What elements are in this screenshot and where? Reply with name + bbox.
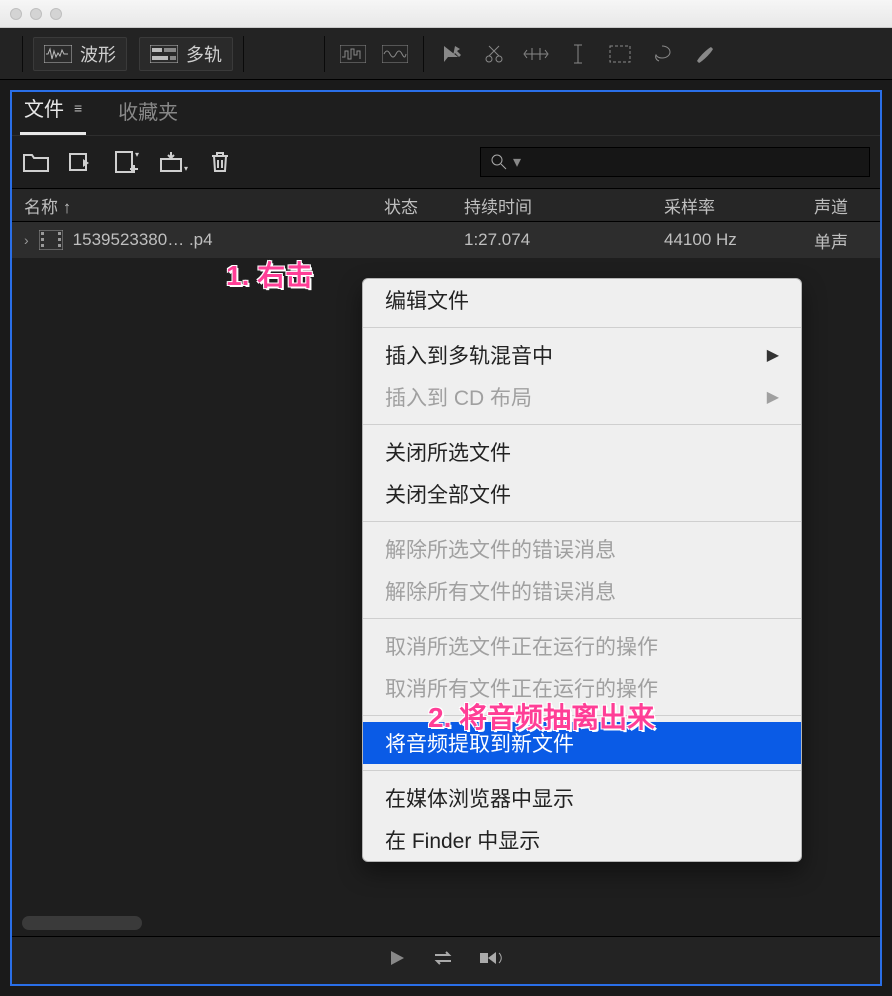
col-status[interactable]: 状态	[384, 193, 464, 218]
context-menu-separator	[363, 327, 801, 328]
spectral-frequency-icon[interactable]	[335, 40, 371, 68]
context-menu-item[interactable]: 在 Finder 中显示	[363, 819, 801, 861]
tab-files-label: 文件	[24, 93, 64, 122]
insert-into-icon[interactable]: ▾	[160, 148, 188, 176]
context-menu-item[interactable]: 插入到多轨混音中 ▶	[363, 334, 801, 376]
multitrack-mode-button[interactable]: 多轨	[139, 37, 233, 71]
context-menu-item[interactable]: 在媒体浏览器中显示	[363, 777, 801, 819]
search-field[interactable]: ▾	[480, 147, 870, 177]
search-input[interactable]	[527, 154, 859, 170]
col-channels[interactable]: 声道	[814, 193, 892, 218]
tab-files[interactable]: 文件 ≡	[20, 87, 86, 135]
file-name: 1539523380… .p4	[73, 230, 213, 250]
context-menu-separator	[363, 770, 801, 771]
panel-menu-icon[interactable]: ≡	[74, 100, 82, 116]
search-icon	[491, 154, 507, 170]
context-menu-separator	[363, 424, 801, 425]
context-menu-item-label: 解除所选文件的错误消息	[385, 534, 616, 564]
file-duration: 1:27.074	[464, 230, 664, 250]
context-menu-item: 解除所选文件的错误消息	[363, 528, 801, 570]
context-menu-item-label: 取消所有文件正在运行的操作	[385, 673, 658, 703]
marquee-tool-icon[interactable]	[602, 40, 638, 68]
auto-play-icon[interactable]	[480, 949, 504, 972]
context-menu-item-label: 在媒体浏览器中显示	[385, 783, 574, 813]
razor-tool-icon[interactable]	[476, 40, 512, 68]
context-menu-item: 取消所选文件正在运行的操作	[363, 625, 801, 667]
scrollbar-thumb[interactable]	[22, 916, 142, 930]
loop-icon[interactable]	[432, 949, 454, 972]
toolbar-separator	[243, 36, 244, 72]
tab-favorites[interactable]: 收藏夹	[114, 90, 182, 135]
svg-text:▾: ▾	[184, 164, 188, 173]
lasso-tool-icon[interactable]	[644, 40, 680, 68]
context-menu-item: 插入到 CD 布局 ▶	[363, 376, 801, 418]
context-menu-item[interactable]: 关闭全部文件	[363, 473, 801, 515]
context-menu-separator	[363, 715, 801, 716]
window-titlebar	[0, 0, 892, 28]
traffic-light-zoom[interactable]	[50, 8, 62, 20]
traffic-light-close[interactable]	[10, 8, 22, 20]
context-menu-item-label: 插入到 CD 布局	[385, 382, 532, 412]
col-duration[interactable]: 持续时间	[464, 193, 664, 218]
new-file-icon[interactable]: ▾	[114, 148, 142, 176]
spectral-pitch-icon[interactable]	[377, 40, 413, 68]
open-file-icon[interactable]	[22, 148, 50, 176]
submenu-arrow-icon: ▶	[767, 345, 779, 365]
import-new-icon[interactable]	[68, 148, 96, 176]
waveform-mode-label: 波形	[80, 41, 116, 67]
file-samplerate: 44100 Hz	[664, 230, 814, 250]
waveform-mode-button[interactable]: 波形	[33, 37, 127, 71]
context-menu-item: 取消所有文件正在运行的操作	[363, 667, 801, 709]
context-menu-item[interactable]: 将音频提取到新文件	[363, 722, 801, 764]
context-menu-item[interactable]: 编辑文件	[363, 279, 801, 321]
context-menu-item-label: 取消所选文件正在运行的操作	[385, 631, 658, 661]
toolbar-separator	[22, 36, 23, 72]
video-file-icon	[39, 230, 63, 250]
horizontal-scrollbar[interactable]	[22, 916, 870, 930]
panel-footer	[12, 936, 880, 984]
waveform-icon	[44, 45, 72, 63]
expand-icon[interactable]: ›	[24, 232, 29, 248]
context-menu-item: 解除所有文件的错误消息	[363, 570, 801, 612]
time-selection-tool-icon[interactable]	[560, 40, 596, 68]
table-row[interactable]: › 1539523380… .p4 1:27.074 44100 Hz 单声	[12, 222, 880, 258]
toolbar-separator	[324, 36, 325, 72]
submenu-arrow-icon: ▶	[767, 387, 779, 407]
context-menu-item-label: 将音频提取到新文件	[385, 728, 574, 758]
context-menu-item-label: 关闭全部文件	[385, 479, 511, 509]
tab-favorites-label: 收藏夹	[118, 96, 178, 125]
multitrack-icon	[150, 45, 178, 63]
trash-icon[interactable]	[206, 148, 234, 176]
context-menu-item-label: 解除所有文件的错误消息	[385, 576, 616, 606]
file-channels: 单声	[814, 228, 880, 253]
file-list-header: 名称 ↑ 状态 持续时间 采样率 声道	[12, 188, 880, 222]
context-menu-item-label: 编辑文件	[385, 285, 469, 315]
panel-tabs: 文件 ≡ 收藏夹	[12, 92, 880, 136]
main-toolbar: 波形 多轨	[0, 28, 892, 80]
context-menu-item-label: 关闭所选文件	[385, 437, 511, 467]
multitrack-mode-label: 多轨	[186, 41, 222, 67]
context-menu-separator	[363, 521, 801, 522]
context-menu-separator	[363, 618, 801, 619]
toolbar-separator	[423, 36, 424, 72]
play-icon[interactable]	[388, 949, 406, 972]
svg-text:▾: ▾	[135, 151, 139, 159]
slip-tool-icon[interactable]	[518, 40, 554, 68]
traffic-light-minimize[interactable]	[30, 8, 42, 20]
context-menu-item-label: 在 Finder 中显示	[385, 825, 540, 855]
context-menu: 编辑文件插入到多轨混音中 ▶ 插入到 CD 布局 ▶ 关闭所选文件关闭全部文件解除所选文…	[362, 278, 802, 862]
context-menu-item-label: 插入到多轨混音中	[385, 340, 553, 370]
col-samplerate[interactable]: 采样率	[664, 193, 814, 218]
col-name[interactable]: 名称 ↑	[24, 193, 384, 218]
move-tool-icon[interactable]	[434, 40, 470, 68]
panel-action-row: ▾ ▾ ▾	[12, 136, 880, 188]
context-menu-item[interactable]: 关闭所选文件	[363, 431, 801, 473]
brush-tool-icon[interactable]	[686, 40, 722, 68]
